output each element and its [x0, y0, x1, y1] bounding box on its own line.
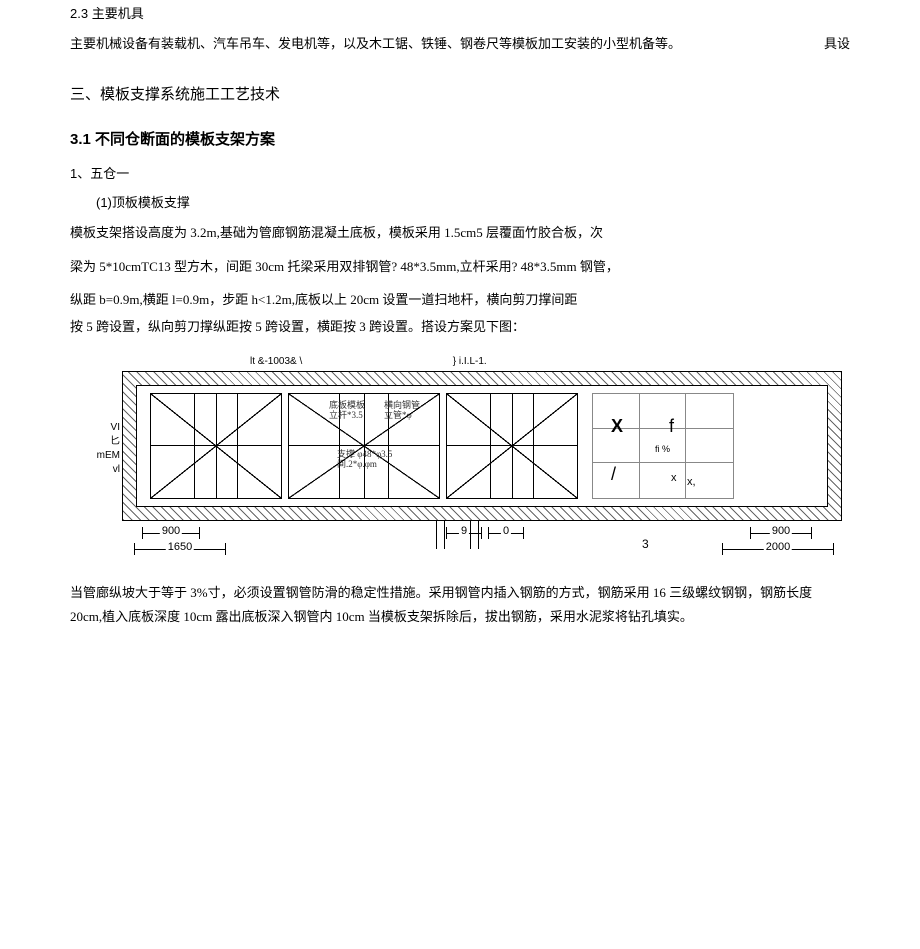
grid-sym-X: X: [611, 416, 623, 437]
list-item-1-1-text: 顶板模板支撑: [112, 195, 190, 210]
bay-3: [446, 393, 578, 499]
grid-sym-x1: x: [671, 472, 677, 484]
plan-view: 底板模板 立杆*3.5 横向钢管 立管*φ 支撑 φ48*φ3.5 间.2*φ.…: [122, 371, 842, 521]
list-item-1-1: (1)顶板模板支撑: [70, 192, 850, 211]
diagram-top-label-left: lt &-1003& \: [250, 356, 450, 367]
body-line-2: 梁为 5*10cmTC13 型方木，间距 30cm 托梁采用双排钢管? 48*3…: [70, 257, 850, 277]
diagram: VI 匕 mEM vl 底板模板 立杆*3.5 横向钢管 立管*φ 支撑 φ48…: [70, 371, 850, 561]
dim-900-left-val: 900: [160, 525, 182, 537]
paragraph-machinery-text: 主要机械设备有装载机、汽车吊车、发电机等，以及木工锯、铁锤、钢卷尺等模板加工安装…: [70, 36, 681, 51]
floating-fragment: 具设: [824, 34, 850, 54]
dim-0-val: 0: [501, 525, 511, 537]
after-dia-line-1: 当管廊纵坡大于等于 3%寸，必须设置钢管防滑的稳定性措施。采用钢管内插入钢筋的方…: [70, 585, 812, 600]
dim-2000-val: 2000: [764, 541, 792, 553]
dim-9-val: 9: [459, 525, 469, 537]
diagram-left-labels: VI 匕 mEM vl: [70, 421, 120, 477]
bay-1: [150, 393, 282, 499]
grid-sym-fi: fi %: [655, 444, 670, 454]
dim-9: 9: [446, 527, 482, 539]
dim-0: 0: [488, 527, 524, 539]
heading-2-3-number: 2.3: [70, 6, 88, 21]
document-page: 2.3 主要机具 具设 主要机械设备有装载机、汽车吊车、发电机等，以及木工锯、铁…: [0, 0, 920, 670]
body-line-3-text: 纵距 b=0.9m,横距 l=0.9m，步距 h<1.2m,底板以上 20cm …: [70, 292, 577, 307]
grid-sym-slash: /: [611, 464, 616, 485]
diagram-container: lt &-1003& \ } i.I.L-1. VI 匕 mEM vl 底板模板…: [70, 356, 850, 561]
grid-sym-f: f: [669, 416, 674, 437]
heading-3-1: 3.1 不同仓断面的模板支架方案: [70, 128, 850, 149]
dim-1650-val: 1650: [166, 541, 194, 553]
diagram-top-labels: lt &-1003& \ } i.I.L-1.: [250, 356, 850, 367]
list-item-1: 1、五仓一: [70, 163, 850, 182]
body-line-4-text: 按 5 跨设置，纵向剪刀撑纵距按 5 跨设置，横距按 3 跨设置。搭设方案见下图…: [70, 319, 525, 334]
grid-sym-x2: x,: [687, 476, 696, 488]
bay2-note-c: 支撑 φ48*φ3.5 间.2*φ.φm: [337, 449, 392, 469]
heading-3-1-number: 3.1: [70, 131, 91, 148]
left-label-d: vl: [70, 463, 120, 477]
heading-2-3-text: 主要机具: [88, 6, 144, 21]
body-line-3: 纵距 b=0.9m,横距 l=0.9m，步距 h<1.2m,底板以上 20cm …: [70, 290, 850, 311]
section-3-title: 三、模板支撑系统施工工艺技术: [70, 83, 850, 104]
heading-3-1-text: 不同仓断面的模板支架方案: [91, 131, 275, 148]
list-item-1-text: 、五仓一: [77, 166, 129, 181]
list-item-1-1-number: (1): [96, 195, 112, 210]
heading-2-3: 2.3 主要机具: [70, 4, 850, 24]
body-line-2-text: 梁为 5*10cmTC13 型方木，间距 30cm 托梁采用双排钢管? 48*3…: [70, 259, 619, 274]
diagram-top-label-right: } i.I.L-1.: [453, 356, 487, 367]
dim-900-left: 900: [142, 527, 200, 539]
dim-1650: 1650: [134, 543, 226, 555]
paragraph-after-diagram: 当管廊纵坡大于等于 3%寸，必须设置钢管防滑的稳定性措施。采用钢管内插入钢筋的方…: [70, 581, 850, 630]
left-label-c: mEM: [70, 449, 120, 463]
left-label-b: 匕: [70, 435, 120, 449]
paragraph-machinery: 具设 主要机械设备有装载机、汽车吊车、发电机等，以及木工锯、铁锤、钢卷尺等模板加…: [70, 34, 850, 54]
bay-2: 底板模板 立杆*3.5 横向钢管 立管*φ 支撑 φ48*φ3.5 间.2*φ.…: [288, 393, 440, 499]
right-grid: X f fi % / x x,: [592, 393, 734, 499]
dim-3-label: 3: [642, 537, 649, 551]
bay2-note-a: 底板模板 立杆*3.5: [329, 400, 365, 420]
left-label-a: VI: [70, 421, 120, 435]
dim-2000: 2000: [722, 543, 834, 555]
dimension-bar: 900 1650 9 0 3 900 2000: [122, 521, 842, 561]
bay2-note-b: 横向钢管 立管*φ: [384, 400, 420, 420]
dim-900-right-val: 900: [770, 525, 792, 537]
body-line-4: 按 5 跨设置，纵向剪刀撑纵距按 5 跨设置，横距按 3 跨设置。搭设方案见下图…: [70, 317, 850, 338]
body-line-1: 模板支架搭设高度为 3.2m,基础为管廊钢筋混凝土底板，模板采用 1.5cm5 …: [70, 223, 850, 243]
after-dia-line-2: 20cm,植入底板深度 10cm 露出底板深入钢管内 10cm 当模板支架拆除后…: [70, 609, 693, 624]
dim-900-right: 900: [750, 527, 812, 539]
body-line-1-text: 模板支架搭设高度为 3.2m,基础为管廊钢筋混凝土底板，模板采用 1.5cm5 …: [70, 225, 603, 240]
